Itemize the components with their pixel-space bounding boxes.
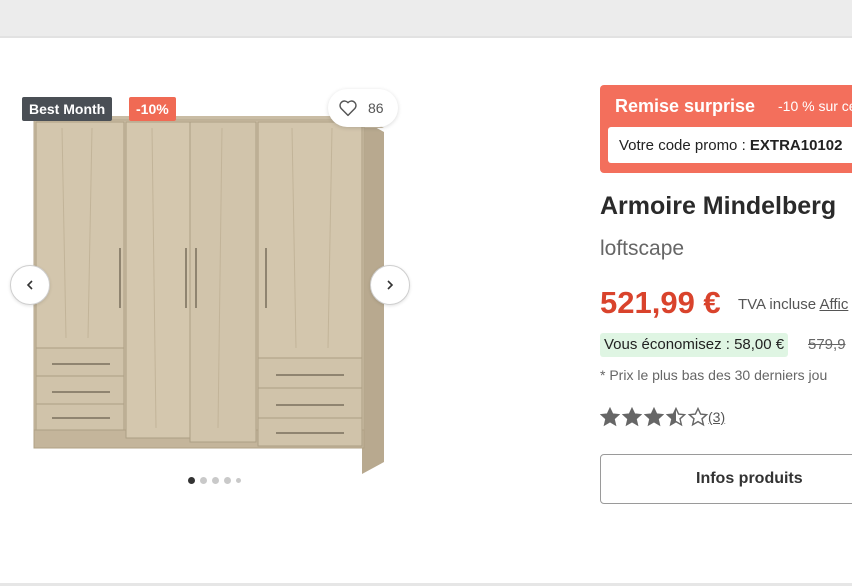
star-half-icon [666, 407, 686, 427]
lowest-price-note: * Prix le plus bas des 30 derniers jou [600, 367, 828, 383]
heart-icon [339, 100, 357, 117]
gallery-next-button[interactable] [370, 265, 410, 305]
header-divider [0, 36, 852, 38]
product-info-button[interactable]: Infos produits [600, 454, 852, 504]
gallery-dot[interactable] [188, 477, 195, 484]
favorite-button[interactable]: 86 [328, 89, 398, 127]
gallery-dot[interactable] [212, 477, 219, 484]
gallery-dot[interactable] [236, 478, 241, 483]
gallery-dot[interactable] [200, 477, 207, 484]
rating-count[interactable]: (3) [708, 409, 725, 425]
promo-banner: Remise surprise -10 % sur ce Votre code … [600, 85, 852, 173]
gallery-pagination [188, 477, 248, 485]
product-brand[interactable]: loftscape [600, 237, 684, 261]
vat-link[interactable]: Affic [819, 296, 848, 313]
savings-badge: Vous économisez : 58,00 € [600, 333, 789, 357]
promo-code: EXTRA10102 [749, 137, 843, 154]
star-filled-icon [644, 407, 664, 427]
product-image[interactable] [22, 108, 422, 488]
discount-badge: -10% [129, 97, 176, 121]
promo-code-box[interactable]: Votre code promo : EXTRA10102 [608, 127, 852, 163]
promo-subtitle: -10 % sur ce [778, 98, 852, 114]
promo-code-label: Votre code promo : [619, 137, 750, 154]
favorite-count: 86 [368, 100, 384, 116]
star-empty-icon [688, 407, 708, 427]
promo-code-text: Votre code promo : EXTRA10102 [619, 137, 842, 154]
best-month-badge: Best Month [22, 97, 113, 121]
product-rating[interactable]: (3) [600, 407, 725, 427]
chevron-right-icon [387, 280, 394, 290]
browser-top-bar [0, 0, 852, 36]
star-filled-icon [622, 407, 642, 427]
promo-title: Remise surprise [615, 96, 756, 116]
chevron-left-icon [26, 280, 33, 290]
product-title: Armoire Mindelberg [600, 192, 837, 220]
gallery-dot[interactable] [224, 477, 231, 484]
product-info-label: Infos produits [696, 470, 803, 487]
vat-text: TVA incluse [738, 296, 817, 313]
product-price: 521,99 € [600, 285, 721, 320]
vat-info: TVA incluse Affic [738, 296, 848, 313]
old-price: 579,9 [808, 336, 846, 353]
gallery-prev-button[interactable] [10, 265, 50, 305]
star-filled-icon [600, 407, 620, 427]
